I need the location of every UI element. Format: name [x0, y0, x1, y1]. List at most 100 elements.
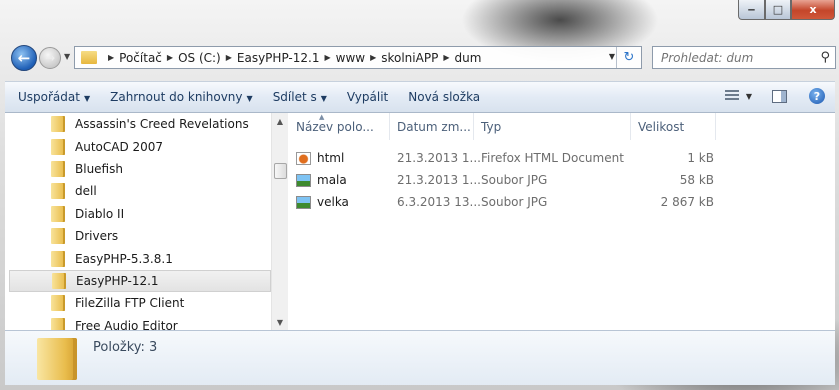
column-header-name[interactable]: ▲ Název polo...	[289, 113, 390, 140]
burn-button[interactable]: Vypálit	[347, 90, 388, 104]
tree-item-label: Assassin's Creed Revelations	[75, 117, 249, 132]
file-type: Soubor JPG	[481, 195, 548, 209]
address-history-dropdown[interactable]: ▼	[609, 52, 615, 61]
file-type: Soubor JPG	[481, 173, 548, 187]
breadcrumb-easyphp[interactable]: EasyPHP-12.1	[237, 51, 320, 65]
folder-icon	[37, 338, 77, 380]
back-button[interactable]: ←	[11, 45, 37, 71]
tree-item-label: EasyPHP-12.1	[76, 273, 159, 288]
folder-icon	[51, 317, 65, 330]
folder-icon	[51, 160, 65, 177]
chevron-down-icon: ▼	[83, 94, 91, 103]
address-row: ← → ▼ ▶ Počítač ▶ OS (C:) ▶ EasyPHP-12.1…	[0, 38, 839, 74]
chevron-down-icon: ▼	[246, 94, 253, 103]
scroll-thumb[interactable]	[274, 163, 287, 179]
tree-item[interactable]: AutoCAD 2007	[5, 135, 271, 157]
column-header-date[interactable]: Datum zm...	[390, 113, 474, 140]
tree-item[interactable]: Diablo II	[5, 203, 271, 225]
include-in-library-button[interactable]: Zahrnout do knihovny ▼	[110, 90, 253, 104]
search-input[interactable]	[659, 49, 813, 66]
chevron-right-icon[interactable]: ▶	[443, 53, 449, 62]
breadcrumb-dum[interactable]: dum	[454, 51, 481, 65]
file-row[interactable]: html 21.3.2013 1... Firefox HTML Documen…	[289, 147, 714, 169]
file-name-cell[interactable]: mala	[289, 173, 390, 187]
recent-pages-dropdown[interactable]: ▼	[64, 52, 70, 61]
tree-item-label: Drivers	[75, 229, 119, 244]
file-row[interactable]: velka 6.3.2013 13... Soubor JPG 2 867 kB	[289, 191, 714, 213]
tree-item[interactable]: Bluefish	[5, 158, 271, 180]
file-row[interactable]: mala 21.3.2013 1... Soubor JPG 58 kB	[289, 169, 714, 191]
new-folder-button[interactable]: Nová složka	[408, 90, 480, 104]
maximize-button[interactable]: □	[765, 0, 791, 20]
share-with-label: Sdílet s	[272, 90, 317, 104]
breadcrumb-www[interactable]: www	[336, 51, 365, 65]
tree-item-selected[interactable]: EasyPHP-12.1	[9, 269, 271, 293]
file-list-pane: ▲ Název polo... Datum zm... Typ Velikost…	[289, 113, 835, 330]
file-size: 58 kB	[679, 173, 714, 187]
tree-item-label: FileZilla FTP Client	[75, 296, 185, 311]
view-options-icon[interactable]	[724, 90, 739, 102]
chevron-down-icon[interactable]: ▼	[746, 92, 752, 101]
navigation-pane: Assassin's Creed Revelations AutoCAD 200…	[5, 113, 288, 330]
breadcrumb-drive[interactable]: OS (C:)	[178, 51, 221, 65]
file-date: 21.3.2013 1...	[397, 151, 481, 165]
organize-button[interactable]: Uspořádat ▼	[18, 90, 90, 104]
file-name-cell[interactable]: html	[289, 151, 390, 165]
view-controls: ▼ ?	[724, 88, 825, 104]
refresh-button[interactable]: ↻	[616, 47, 641, 68]
refresh-icon: ↻	[623, 50, 635, 65]
file-name: html	[317, 151, 345, 165]
tree-scrollbar[interactable]: ▲ ▼	[271, 113, 288, 330]
close-button[interactable]: x	[791, 0, 835, 20]
search-box[interactable]: ⚲	[652, 46, 836, 69]
tree-item[interactable]: Assassin's Creed Revelations	[5, 113, 271, 135]
folder-icon	[51, 138, 65, 155]
file-date: 21.3.2013 1...	[397, 173, 481, 187]
organize-label: Uspořádat	[18, 90, 80, 104]
help-icon[interactable]: ?	[809, 88, 825, 104]
file-name-cell[interactable]: velka	[289, 195, 390, 209]
minimize-button[interactable]: ‒	[738, 0, 765, 20]
tree-item[interactable]: dell	[5, 180, 271, 202]
file-size: 1 kB	[687, 151, 714, 165]
firefox-html-icon	[296, 151, 311, 165]
tree-item[interactable]: Drivers	[5, 225, 271, 247]
items-count: Položky: 3	[93, 340, 158, 355]
preview-pane-icon[interactable]	[772, 89, 787, 103]
file-type: Firefox HTML Document	[481, 151, 624, 165]
forward-arrow-icon: →	[44, 51, 56, 65]
column-header-size[interactable]: Velikost	[631, 113, 716, 140]
forward-button[interactable]: →	[39, 47, 61, 69]
address-bar[interactable]: ▶ Počítač ▶ OS (C:) ▶ EasyPHP-12.1 ▶ www…	[74, 46, 642, 69]
title-bar: ‒ □ x	[0, 0, 839, 38]
scroll-up-icon[interactable]: ▲	[272, 113, 288, 129]
tree-item-label: Free Audio Editor	[75, 318, 178, 330]
chevron-right-icon[interactable]: ▶	[226, 53, 232, 62]
share-with-button[interactable]: Sdílet s ▼	[273, 90, 327, 104]
breadcrumb-skolniapp[interactable]: skolniAPP	[381, 51, 438, 65]
search-icon[interactable]: ⚲	[820, 50, 830, 65]
file-date: 6.3.2013 13...	[397, 195, 481, 209]
include-in-library-label: Zahrnout do knihovny	[110, 90, 243, 104]
tree-item[interactable]: EasyPHP-5.3.8.1	[5, 247, 271, 269]
details-pane: Položky: 3	[5, 330, 835, 385]
tree-item-label: Bluefish	[75, 161, 123, 176]
scroll-down-icon[interactable]: ▼	[272, 314, 288, 330]
tree-item-label: Diablo II	[75, 206, 125, 221]
chevron-right-icon[interactable]: ▶	[108, 53, 114, 62]
tree-item[interactable]: FileZilla FTP Client	[5, 292, 271, 314]
folder-icon	[51, 250, 65, 267]
chevron-right-icon[interactable]: ▶	[370, 53, 376, 62]
chevron-right-icon[interactable]: ▶	[324, 53, 330, 62]
tree-item[interactable]: Free Audio Editor	[5, 315, 271, 330]
jpg-image-icon	[296, 173, 311, 187]
column-header-type[interactable]: Typ	[474, 113, 631, 140]
file-name: mala	[317, 173, 347, 187]
folder-icon	[51, 116, 65, 133]
chevron-down-icon: ▼	[320, 94, 327, 103]
folder-icon	[51, 183, 65, 200]
tree-item-label: AutoCAD 2007	[75, 139, 164, 154]
breadcrumb-computer[interactable]: Počítač	[119, 51, 162, 65]
chevron-right-icon[interactable]: ▶	[167, 53, 173, 62]
tree-item-label: dell	[75, 184, 97, 199]
